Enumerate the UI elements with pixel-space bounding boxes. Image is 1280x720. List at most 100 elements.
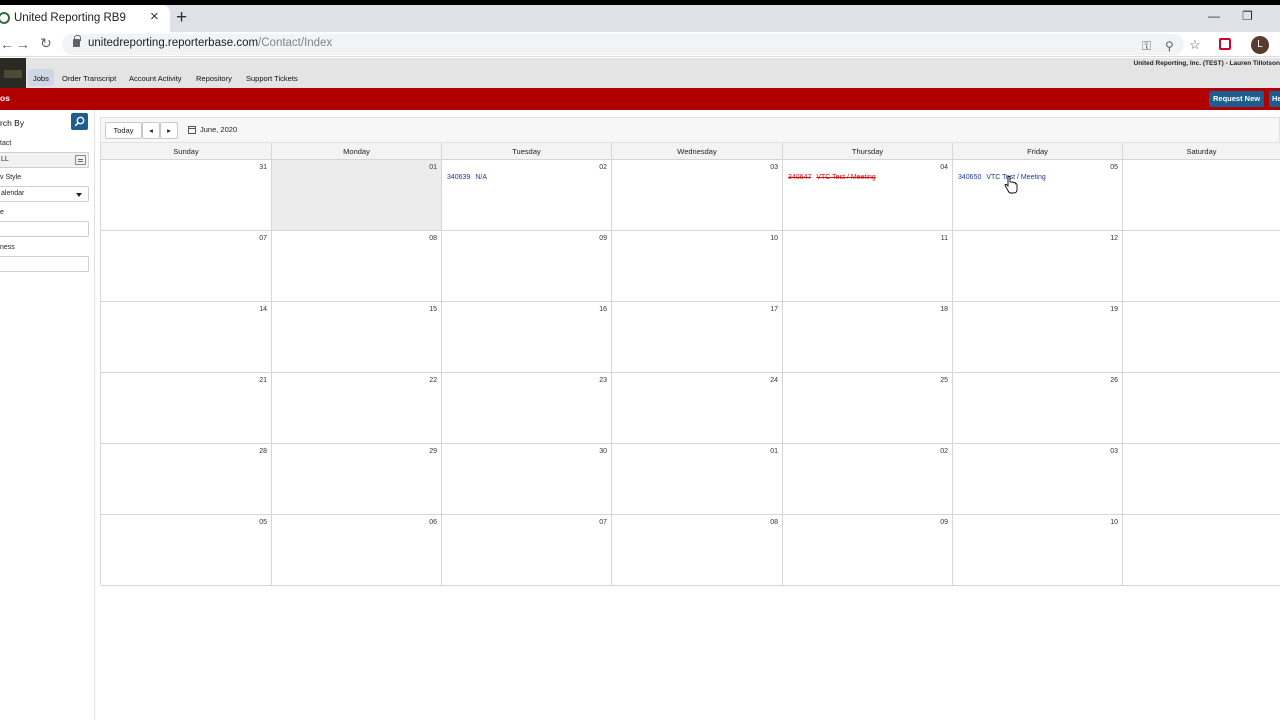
minimize-icon[interactable]: — [1208,9,1220,23]
day-header-sunday: Sunday [101,143,272,160]
calendar-day-cell[interactable]: 22 [272,373,442,444]
calendar-day-cell[interactable]: 02 340639 N/A [442,160,612,231]
field-3-input[interactable] [0,221,89,237]
nav-item-jobs[interactable]: Jobs [33,74,49,83]
calendar-day-cell[interactable]: 08 [612,515,783,586]
calendar-day-cell[interactable]: 23 [442,373,612,444]
calendar-day-cell[interactable]: 14 [101,302,272,373]
day-number: 10 [1110,519,1118,526]
user-info: United Reporting, Inc. (TEST) - Lauren T… [1133,60,1280,67]
calendar-day-cell[interactable]: 30 [442,444,612,515]
search-button[interactable] [71,113,88,130]
calendar-day-cell[interactable]: 01 [272,160,442,231]
close-icon[interactable]: × [150,9,159,25]
calendar-event[interactable]: 340647 VTC Test / Meeting [788,174,876,181]
calendar-day-cell[interactable]: 28 [101,444,272,515]
nav-item-account-activity[interactable]: Account Activity [129,74,182,83]
back-icon[interactable]: ← [0,36,14,52]
day-number: 05 [1110,164,1118,171]
screen: United Reporting RB9 × + — ❐ ← → ↻ unite… [0,0,1280,720]
calendar-day-cell[interactable]: 11 [783,231,953,302]
calendar-icon[interactable] [188,126,196,134]
key-icon[interactable]: ⚿ [1142,39,1151,54]
field-4-input[interactable] [0,256,89,272]
day-number: 01 [429,164,437,171]
month-label[interactable]: June, 2020 [200,125,237,134]
calendar-day-cell[interactable]: 03 [953,444,1123,515]
calendar-day-cell[interactable] [1123,515,1280,586]
day-number: 09 [940,519,948,526]
calendar-day-cell[interactable]: 21 [101,373,272,444]
new-tab-icon[interactable]: + [176,8,187,28]
event-id: 340650 [958,174,982,181]
calendar-day-cell[interactable]: 05 340650 VTC Test / Meeting [953,160,1123,231]
day-number: 07 [259,235,267,242]
day-number: 23 [599,377,607,384]
browser-toolbar: ← → ↻ unitedreporting.reporterbase.com/C… [0,32,1280,57]
contact-picker-icon[interactable] [75,155,86,165]
calendar-day-cell[interactable]: 10 [612,231,783,302]
calendar-event[interactable]: 340639 N/A [447,174,487,181]
nav-item-order-transcript[interactable]: Order Transcript [62,74,116,83]
calendar-day-cell[interactable] [1123,302,1280,373]
calendar-day-cell[interactable]: 10 [953,515,1123,586]
calendar-event[interactable]: 340650 VTC Test / Meeting [958,174,1046,181]
calendar-day-cell[interactable]: 12 [953,231,1123,302]
day-number: 31 [259,164,267,171]
avatar[interactable]: L [1251,36,1269,54]
calendar-toolbar: Today ◂ ▸ June, 2020 [100,117,1280,143]
calendar-day-cell[interactable]: 24 [612,373,783,444]
request-new-button[interactable]: Request New [1209,91,1265,107]
day-number: 04 [940,164,948,171]
calendar-day-cell[interactable] [1123,373,1280,444]
calendar-day-cell[interactable]: 16 [442,302,612,373]
app-nav: Jobs Order Transcript Account Activity R… [0,58,1280,88]
address-bar[interactable]: unitedreporting.reporterbase.com/Contact… [62,34,1201,55]
view-style-select[interactable]: alendar [0,186,89,202]
nav-item-repository[interactable]: Repository [196,74,232,83]
day-number: 03 [1110,448,1118,455]
previous-month-button[interactable]: ◂ [142,122,160,139]
calendar-day-cell[interactable] [1123,231,1280,302]
today-button[interactable]: Today [105,122,142,139]
calendar-day-cell[interactable]: 31 [101,160,272,231]
contact-value: LL [1,156,9,163]
restore-icon[interactable]: ❐ [1242,9,1253,23]
day-number: 28 [259,448,267,455]
day-header-friday: Friday [953,143,1123,160]
day-number: 21 [259,377,267,384]
next-month-button[interactable]: ▸ [160,122,178,139]
calendar-day-cell[interactable]: 17 [612,302,783,373]
browser-tab[interactable]: United Reporting RB9 × [0,5,170,32]
calendar-day-cell[interactable]: 29 [272,444,442,515]
calendar-day-cell[interactable]: 19 [953,302,1123,373]
extension-icon[interactable] [1219,38,1231,50]
calendar-day-cell[interactable]: 03 [612,160,783,231]
calendar-day-cell[interactable]: 05 [101,515,272,586]
event-id: 340647 [788,174,812,181]
calendar-day-cell[interactable] [1123,444,1280,515]
calendar-day-cell[interactable]: 04 340647 VTC Test / Meeting [783,160,953,231]
calendar-day-cell[interactable]: 08 [272,231,442,302]
calendar-day-cell[interactable]: 07 [442,515,612,586]
calendar-day-cell[interactable]: 09 [783,515,953,586]
calendar-day-cell[interactable]: 15 [272,302,442,373]
help-button[interactable]: He [1269,91,1280,107]
day-number: 30 [599,448,607,455]
calendar-grid: Sunday Monday Tuesday Wednesday Thursday Frid… [100,143,1280,586]
zoom-icon[interactable]: ⚲ [1165,39,1174,53]
calendar-day-cell[interactable]: 06 [272,515,442,586]
calendar-day-cell[interactable]: 07 [101,231,272,302]
calendar-day-cell[interactable]: 02 [783,444,953,515]
calendar-day-cell[interactable] [1123,160,1280,231]
calendar-day-cell[interactable]: 18 [783,302,953,373]
star-icon[interactable]: ☆ [1189,37,1201,53]
calendar-day-cell[interactable]: 26 [953,373,1123,444]
contact-field[interactable]: LL [0,152,89,168]
forward-icon[interactable]: → [16,36,30,52]
calendar-day-cell[interactable]: 25 [783,373,953,444]
calendar-day-cell[interactable]: 01 [612,444,783,515]
nav-item-support-tickets[interactable]: Support Tickets [246,74,298,83]
reload-icon[interactable]: ↻ [40,35,52,52]
calendar-day-cell[interactable]: 09 [442,231,612,302]
